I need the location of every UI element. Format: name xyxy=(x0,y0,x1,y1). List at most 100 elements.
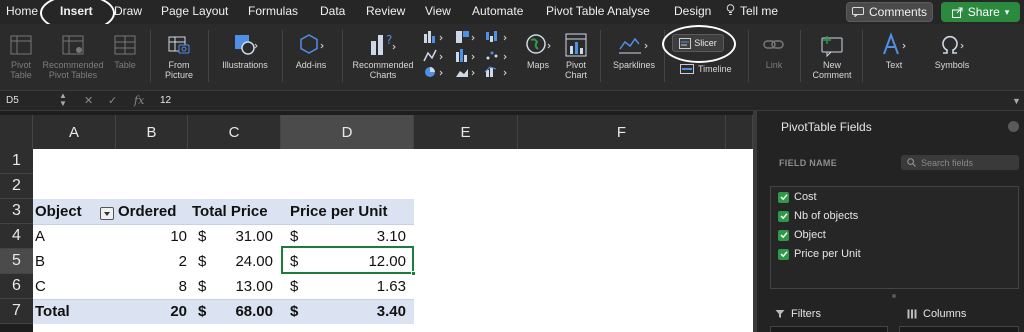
row-header-6[interactable]: 6 xyxy=(0,274,33,299)
row-header-1[interactable]: 1 xyxy=(0,149,33,174)
cell-total-price[interactable]: 13.00 xyxy=(188,274,273,299)
expand-formula-bar-icon[interactable]: ▼ xyxy=(1012,96,1021,106)
row-header-4[interactable]: 4 xyxy=(0,224,33,249)
confirm-icon[interactable]: ✓ xyxy=(108,94,117,107)
name-box[interactable]: D5 xyxy=(6,95,19,106)
function-icon[interactable]: fx xyxy=(134,94,144,107)
add-ins-button[interactable]: Add-ins xyxy=(288,30,334,70)
table-button[interactable]: Table xyxy=(108,30,142,70)
cell-total-total-price[interactable]: 68.00 xyxy=(188,299,273,324)
checkbox-checked-icon[interactable] xyxy=(778,210,789,222)
cell-object[interactable]: C xyxy=(35,274,46,299)
cell-ordered[interactable]: 8 xyxy=(116,274,187,299)
field-item-cost[interactable]: Cost xyxy=(778,190,817,204)
column-header-a[interactable]: A xyxy=(33,115,116,149)
columns-icon xyxy=(907,309,917,319)
column-header-g[interactable] xyxy=(726,115,753,149)
tab-draw[interactable]: Draw xyxy=(114,4,142,18)
tab-view[interactable]: View xyxy=(425,4,451,18)
row-header-5[interactable]: 5 xyxy=(0,249,33,274)
recommended-charts-button[interactable]: ? Recommended Charts xyxy=(348,30,418,80)
pivot-header-object[interactable]: Object xyxy=(35,199,82,224)
column-header-b[interactable]: B xyxy=(116,115,188,149)
sparklines-label: Sparklines xyxy=(612,60,656,70)
camera-table-icon xyxy=(168,36,190,54)
column-header-e[interactable]: E xyxy=(414,115,518,149)
comments-label: Comments xyxy=(868,5,927,19)
cell-price-per-unit[interactable]: 1.63 xyxy=(281,274,406,299)
close-icon[interactable] xyxy=(1008,121,1019,132)
row-header-2[interactable]: 2 xyxy=(0,174,33,199)
maps-button[interactable]: Maps xyxy=(520,30,556,70)
formula-input[interactable]: 12 xyxy=(160,95,171,106)
object-filter-dropdown[interactable] xyxy=(100,207,114,220)
share-label: Share xyxy=(967,5,1000,19)
field-label: Object xyxy=(794,229,826,241)
slicer-icon xyxy=(679,37,692,49)
tab-data[interactable]: Data xyxy=(320,4,345,18)
column-header-d[interactable]: D xyxy=(281,115,414,149)
field-item-object[interactable]: Object xyxy=(778,228,826,242)
recommended-pivot-tables-button[interactable]: Recommended Pivot Tables xyxy=(38,30,108,80)
text-button[interactable]: Text xyxy=(868,30,920,70)
filters-drop-area[interactable] xyxy=(770,326,888,332)
panel-title: PivotTable Fields xyxy=(781,120,872,134)
fill-handle[interactable] xyxy=(411,271,416,276)
select-all-corner[interactable] xyxy=(0,115,33,149)
filters-area-header: Filters xyxy=(775,308,821,320)
tab-automate[interactable]: Automate xyxy=(472,4,523,18)
tab-formulas[interactable]: Formulas xyxy=(248,4,298,18)
new-comment-button[interactable]: New Comment xyxy=(806,30,858,80)
pivot-header-price-per-unit[interactable]: Price per Unit xyxy=(290,199,388,224)
cell-grid[interactable]: Object Ordered Total Price Price per Uni… xyxy=(33,149,756,332)
pivot-header-total-price[interactable]: Total Price xyxy=(192,199,268,224)
field-item-nb-of-objects[interactable]: Nb of objects xyxy=(778,209,858,223)
cell-total-ordered[interactable]: 20 xyxy=(116,299,187,324)
checkbox-checked-icon[interactable] xyxy=(778,191,789,203)
column-header-c[interactable]: C xyxy=(188,115,281,149)
row-header-3[interactable]: 3 xyxy=(0,199,33,224)
cell-total-price-per-unit[interactable]: 3.40 xyxy=(281,299,406,324)
tab-pivot-table-analyse[interactable]: Pivot Table Analyse xyxy=(546,4,650,18)
cell-total-label[interactable]: Total xyxy=(35,299,70,324)
sparklines-button[interactable]: Sparklines xyxy=(606,30,662,70)
svg-text:?: ? xyxy=(386,33,392,47)
slicer-button[interactable]: Slicer xyxy=(672,34,724,52)
cell-ordered[interactable]: 10 xyxy=(116,224,187,249)
waterfall-chart-icon xyxy=(486,31,497,42)
timeline-button[interactable]: Timeline xyxy=(680,64,732,74)
pivot-chart-button[interactable]: Pivot Chart xyxy=(560,30,592,80)
tab-home[interactable]: Home xyxy=(6,4,38,18)
tab-design[interactable]: Design xyxy=(674,4,711,18)
cell-total-price[interactable]: 31.00 xyxy=(188,224,273,249)
field-item-price-per-unit[interactable]: Price per Unit xyxy=(778,247,861,261)
search-fields-input[interactable]: Search fields xyxy=(901,155,1019,170)
cell-ordered[interactable]: 2 xyxy=(116,249,187,274)
tell-me-search[interactable]: Tell me xyxy=(740,4,778,18)
pivot-table-button[interactable]: Pivot Table xyxy=(4,30,38,80)
from-picture-button[interactable]: From Picture xyxy=(156,30,202,80)
row-header-7[interactable]: 7 xyxy=(0,299,33,324)
name-box-stepper-icon[interactable]: ▲ ▼ xyxy=(59,92,67,108)
checkbox-checked-icon[interactable] xyxy=(778,248,789,260)
tab-page-layout[interactable]: Page Layout xyxy=(161,4,228,18)
column-header-f[interactable]: F xyxy=(518,115,726,149)
cancel-icon[interactable]: ✕ xyxy=(84,94,93,107)
tab-insert[interactable]: Insert xyxy=(60,4,93,18)
comments-button[interactable]: Comments xyxy=(846,2,933,22)
symbols-button[interactable]: Symbols xyxy=(924,30,980,70)
share-button[interactable]: Share ▾ xyxy=(941,2,1020,22)
link-button[interactable]: Link xyxy=(754,30,794,70)
tab-review[interactable]: Review xyxy=(366,4,405,18)
cell-object[interactable]: B xyxy=(35,249,45,274)
checkbox-checked-icon[interactable] xyxy=(778,229,789,241)
cell-total-price[interactable]: 24.00 xyxy=(188,249,273,274)
resize-handle[interactable] xyxy=(892,294,896,298)
illustrations-button[interactable]: Illustrations xyxy=(214,30,276,70)
timeline-label: Timeline xyxy=(698,64,732,74)
columns-drop-area[interactable] xyxy=(899,326,1019,332)
pivot-header-ordered[interactable]: Ordered xyxy=(118,199,176,224)
cell-object[interactable]: A xyxy=(35,224,45,249)
new-comment-icon xyxy=(821,36,843,58)
filter-icon xyxy=(775,310,785,318)
